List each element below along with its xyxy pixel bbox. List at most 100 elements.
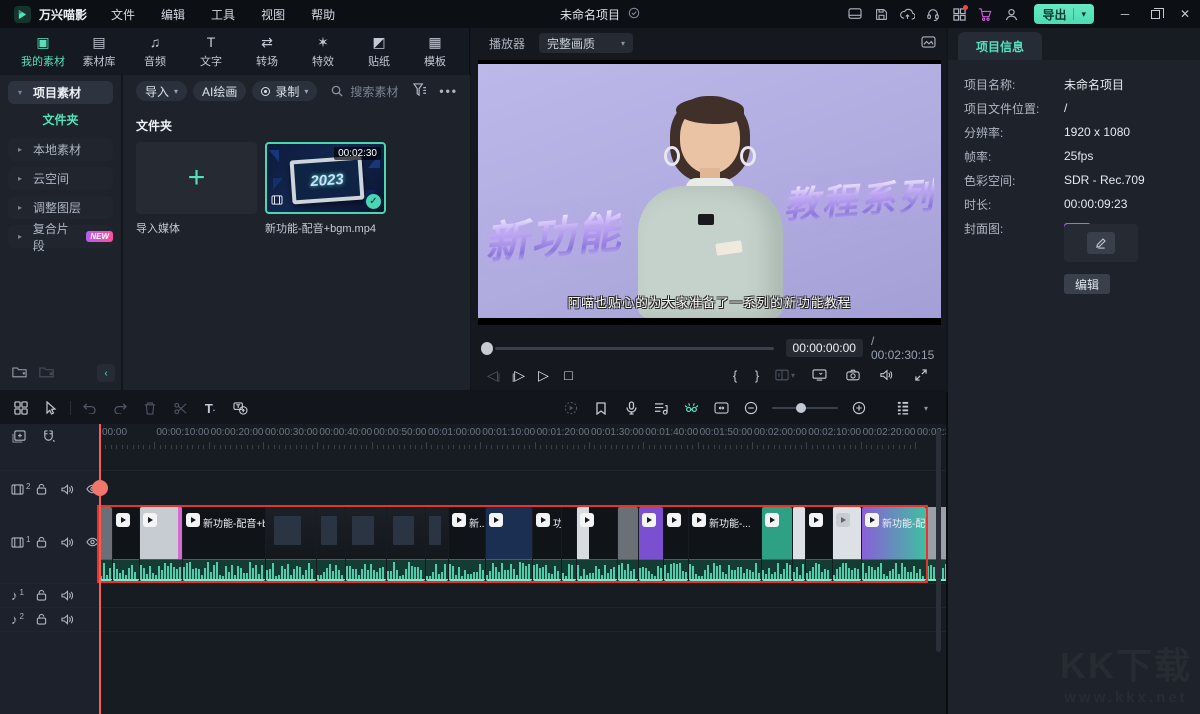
- tab-特效[interactable]: ✶特效: [296, 34, 350, 69]
- import-media-tile[interactable]: + 导入媒体: [136, 142, 257, 236]
- video-track-clips[interactable]: 新功能-配音+bgm新...功能-...⚡新功能-...新功能-配音-: [100, 507, 925, 581]
- delete-icon[interactable]: [135, 397, 165, 419]
- new-folder-icon[interactable]: [12, 365, 27, 381]
- timeline-clip-segment[interactable]: [426, 507, 448, 581]
- timeline-clip-segment[interactable]: [486, 507, 532, 581]
- menu-item-3[interactable]: 视图: [261, 6, 285, 23]
- sidebar-item-本地素材[interactable]: ▸本地素材: [8, 138, 113, 161]
- lock-track-icon[interactable]: [25, 589, 50, 601]
- timeline-clip-segment[interactable]: [266, 507, 316, 581]
- tab-project-info[interactable]: 项目信息: [958, 32, 1042, 60]
- panel-layout-icon[interactable]: [842, 1, 868, 27]
- mark-icon[interactable]: [586, 397, 616, 419]
- timeline-clip-segment[interactable]: [833, 507, 861, 581]
- redo-icon[interactable]: [105, 397, 135, 419]
- collapse-sidebar-button[interactable]: ‹: [97, 364, 115, 382]
- seek-track[interactable]: [495, 347, 773, 350]
- speech-to-text-icon[interactable]: [225, 397, 255, 419]
- snapshot-button[interactable]: [838, 364, 868, 386]
- lock-track-icon[interactable]: [25, 613, 50, 625]
- timeline-clip-segment[interactable]: [793, 507, 805, 581]
- playhead-handle[interactable]: [92, 480, 108, 496]
- export-button[interactable]: 导出 ▾: [1034, 4, 1094, 24]
- support-headset-icon[interactable]: [920, 1, 946, 27]
- undo-icon[interactable]: [75, 397, 105, 419]
- timeline-clip-segment[interactable]: [618, 507, 638, 581]
- mute-track-icon[interactable]: [50, 590, 75, 601]
- zoom-out-icon[interactable]: [736, 397, 766, 419]
- audio-mixer-icon[interactable]: [646, 397, 676, 419]
- timeline-clip-segment[interactable]: 新...: [449, 507, 485, 581]
- previous-frame-button[interactable]: ◁|: [481, 367, 506, 384]
- play-button[interactable]: ▷: [531, 367, 556, 384]
- cover-thumbnail-box[interactable]: [1064, 224, 1138, 262]
- mute-track-icon[interactable]: [50, 614, 75, 625]
- add-text-icon[interactable]: T.: [195, 397, 225, 419]
- filter-icon[interactable]: [413, 83, 427, 99]
- timeline-clip-segment[interactable]: 功能-...⚡: [533, 507, 561, 581]
- add-track-icon[interactable]: [12, 430, 26, 446]
- media-browser-icon[interactable]: [6, 397, 36, 419]
- timeline-clip-segment[interactable]: [577, 507, 617, 581]
- menu-item-1[interactable]: 编辑: [161, 6, 185, 23]
- hide-track-eye-icon[interactable]: [75, 537, 100, 547]
- search-input[interactable]: 搜索素材: [331, 83, 407, 100]
- mute-track-icon[interactable]: [50, 537, 75, 548]
- split-scissors-icon[interactable]: [165, 397, 195, 419]
- store-cart-icon[interactable]: [972, 1, 998, 27]
- restore-button[interactable]: [1140, 0, 1170, 28]
- quality-dropdown[interactable]: 完整画质▾: [539, 33, 633, 53]
- timeline-clip-segment[interactable]: 新功能-配音-: [862, 507, 926, 581]
- seek-handle[interactable]: [481, 342, 493, 355]
- tab-贴纸[interactable]: ◩贴纸: [352, 34, 406, 69]
- plugins-grid-icon[interactable]: [946, 1, 972, 27]
- close-button[interactable]: ✕: [1170, 0, 1200, 28]
- timeline-clip-segment[interactable]: [562, 507, 576, 581]
- select-tool-icon[interactable]: [36, 397, 66, 419]
- menu-item-0[interactable]: 文件: [111, 6, 135, 23]
- timeline-clip-segment[interactable]: [346, 507, 386, 581]
- track-manager-caret-icon[interactable]: ▾: [924, 404, 928, 413]
- edit-cover-button[interactable]: 编辑: [1064, 274, 1110, 294]
- timeline-clip-segment[interactable]: [806, 507, 832, 581]
- timeline-clip-segment[interactable]: 新功能-...: [689, 507, 761, 581]
- sidebar-item-文件夹[interactable]: 文件夹: [8, 106, 113, 132]
- timeline-clip-segment[interactable]: [762, 507, 792, 581]
- menu-item-4[interactable]: 帮助: [311, 6, 335, 23]
- import-button[interactable]: 导入▾: [136, 81, 187, 101]
- record-button[interactable]: 录制▾: [252, 81, 317, 101]
- menu-item-2[interactable]: 工具: [211, 6, 235, 23]
- timeline-clip-segment[interactable]: [140, 507, 182, 581]
- timeline-clip-segment[interactable]: [100, 507, 112, 581]
- snap-magnet-icon[interactable]: [42, 430, 55, 446]
- sidebar-item-调整图层[interactable]: ▸调整图层: [8, 196, 113, 219]
- sidebar-item-云空间[interactable]: ▸云空间: [8, 167, 113, 190]
- timeline-clip-segment[interactable]: [387, 507, 425, 581]
- display-settings-icon[interactable]: [921, 36, 936, 51]
- media-clip-tile[interactable]: 2023 00:02:30 ✓ 新功能-配音+bgm.mp4: [265, 142, 386, 236]
- display-device-button[interactable]: [804, 364, 834, 386]
- mute-track-icon[interactable]: [50, 484, 75, 495]
- playhead[interactable]: [99, 424, 101, 714]
- voiceover-mic-icon[interactable]: [616, 397, 646, 419]
- tab-转场[interactable]: ⇄转场: [240, 34, 294, 69]
- mark-in-button[interactable]: {: [726, 368, 744, 383]
- user-account-icon[interactable]: [998, 1, 1024, 27]
- sidebar-item-项目素材[interactable]: ▾项目素材: [8, 81, 113, 104]
- tab-文字[interactable]: T文字: [184, 34, 238, 69]
- sidebar-item-复合片段[interactable]: ▸复合片段NEW: [8, 225, 113, 248]
- tab-音频[interactable]: ♫音频: [128, 34, 182, 69]
- tab-我的素材[interactable]: ▣我的素材: [16, 34, 70, 69]
- compare-view-button[interactable]: ▾: [770, 364, 800, 386]
- tab-素材库[interactable]: ▤素材库: [72, 34, 126, 69]
- render-preview-icon[interactable]: [556, 397, 586, 419]
- minimize-button[interactable]: ─: [1110, 0, 1140, 28]
- zoom-slider-handle[interactable]: [796, 403, 806, 413]
- timeline-clip-segment[interactable]: [113, 507, 139, 581]
- tab-模板[interactable]: ▦模板: [408, 34, 462, 69]
- volume-button[interactable]: [872, 364, 902, 386]
- mark-out-button[interactable]: }: [748, 368, 766, 383]
- video-viewport[interactable]: 新功能 教程系列 阿喵也贴心的为大家准备了一系列的新功能教程: [478, 60, 941, 325]
- beat-detection-icon[interactable]: [676, 397, 706, 419]
- delete-folder-icon[interactable]: [39, 365, 54, 381]
